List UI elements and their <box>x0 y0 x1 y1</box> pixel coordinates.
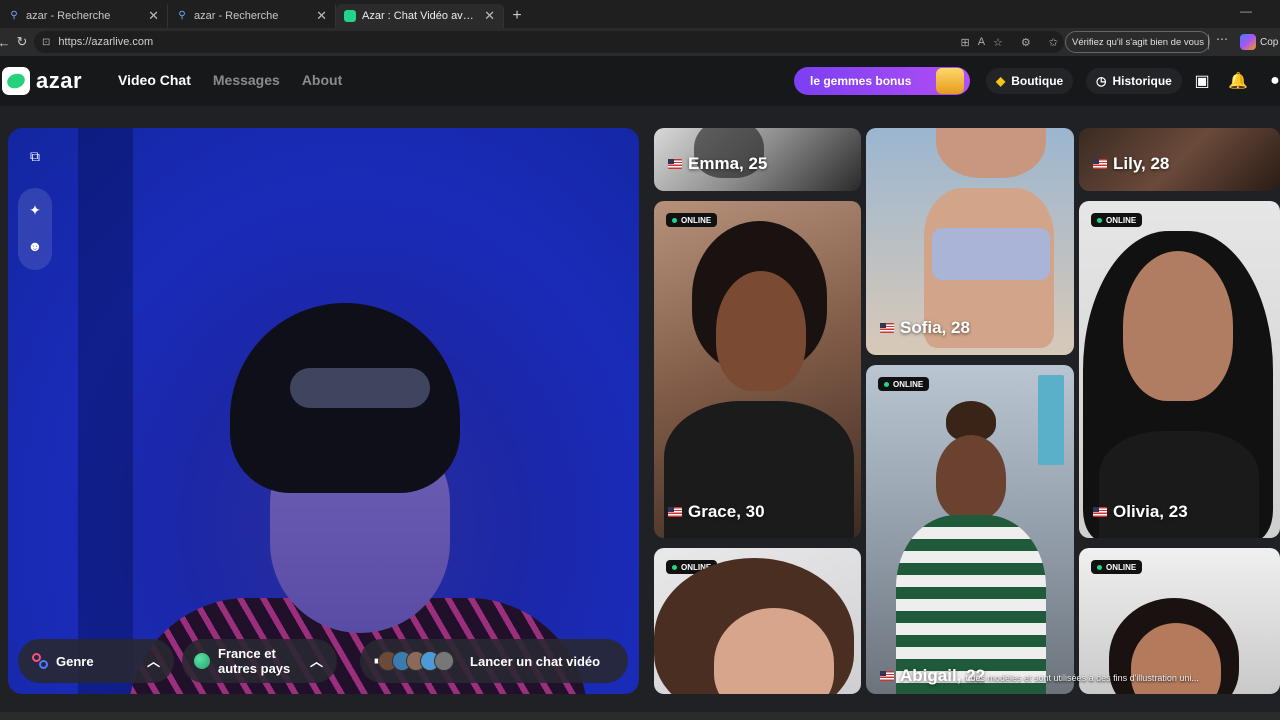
nav-about[interactable]: About <box>302 72 342 88</box>
user-icon[interactable]: ● <box>1264 70 1280 92</box>
us-flag-icon <box>1093 159 1107 169</box>
close-icon[interactable]: ✕ <box>316 8 327 24</box>
chevron-up-icon: ︿ <box>309 654 323 669</box>
globe-icon <box>194 653 210 669</box>
illustration-disclaimer: ...t des modèles et sont utilisées à des… <box>958 673 1199 683</box>
online-badge: ONLINE <box>666 213 718 227</box>
us-flag-icon <box>1093 507 1107 517</box>
profile-name: Grace, 30 <box>668 502 765 522</box>
boutique-label: Boutique <box>1011 74 1064 88</box>
profile-card[interactable]: ONLINE Abigail, 22 <box>866 365 1074 694</box>
new-tab-button[interactable]: + <box>504 4 530 28</box>
country-label-line2: autres pays <box>218 661 291 676</box>
browser-tab-strip: ⚲ azar - Recherche ✕ ⚲ azar - Recherche … <box>0 0 1280 28</box>
gender-icon <box>32 653 48 669</box>
inbox-icon[interactable]: ▣ <box>1191 70 1213 92</box>
avatar-stack: ■ <box>374 651 455 671</box>
minimize-icon[interactable]: — <box>1240 4 1252 18</box>
read-aloud-icon[interactable]: A <box>978 36 985 48</box>
online-badge: ONLINE <box>878 377 930 391</box>
bell-icon[interactable]: 🔔 <box>1227 70 1249 92</box>
copilot-icon <box>1240 34 1256 50</box>
search-icon: ⚲ <box>178 10 186 21</box>
url-text: https://azarlive.com <box>58 36 154 48</box>
magic-wand-icon[interactable]: ✦ <box>21 196 49 224</box>
profile-card[interactable]: ONLINE <box>654 548 861 694</box>
historique-label: Historique <box>1112 74 1172 88</box>
tab-title: azar - Recherche <box>26 10 111 22</box>
us-flag-icon <box>880 323 894 333</box>
browser-toolbar: ← ↻ ⊡ https://azarlive.com ⊞ A ☆ ⚙ ✩ Vér… <box>0 28 1280 56</box>
genre-selector[interactable]: Genre ︿ <box>18 639 174 683</box>
extensions-icon[interactable]: ⚙ <box>1021 36 1031 49</box>
profile-card[interactable]: Sofia, 28 <box>866 128 1074 355</box>
boutique-button[interactable]: ◆ Boutique <box>986 68 1074 94</box>
chevron-up-icon: ︿ <box>146 654 160 669</box>
profile-card[interactable]: ONLINE Grace, 30 <box>654 201 861 538</box>
logo-icon <box>2 67 30 95</box>
profile-card[interactable]: Emma, 25 <box>654 128 861 191</box>
fullscreen-toggle-icon[interactable]: ⧉ <box>21 142 49 170</box>
favorites-icon[interactable]: ✩ <box>1049 36 1058 49</box>
hat-logo <box>290 368 430 408</box>
favorite-star-icon[interactable]: ☆ <box>993 36 1003 49</box>
azar-logo[interactable]: azar <box>2 67 82 95</box>
profile-card[interactable]: Lily, 28 <box>1079 128 1280 191</box>
avatar <box>1207 34 1209 50</box>
clock-icon: ◷ <box>1096 74 1107 88</box>
avatar <box>434 651 455 671</box>
historique-button[interactable]: ◷ Historique <box>1086 68 1182 94</box>
face-mask-icon[interactable]: ☻ <box>21 232 49 260</box>
country-label-line1: France et <box>218 646 276 661</box>
close-icon[interactable]: ✕ <box>148 8 159 24</box>
genre-label: Genre <box>56 653 94 669</box>
more-menu-icon[interactable]: ⋯ <box>1216 32 1228 46</box>
copilot-button[interactable]: Cop <box>1240 34 1278 50</box>
launch-label: Lancer un chat vidéo <box>470 653 601 669</box>
tab-title: azar - Recherche <box>194 10 279 22</box>
profile-name: Lily, 28 <box>1093 154 1169 174</box>
refresh-icon[interactable]: ↻ <box>10 30 34 54</box>
nav-messages[interactable]: Messages <box>213 72 280 88</box>
self-video-preview <box>8 128 639 694</box>
gem-icon: ◆ <box>996 74 1006 88</box>
gems-bonus-label: le gemmes bonus <box>810 74 912 88</box>
launch-video-chat-button[interactable]: ■ Lancer un chat vidéo <box>360 639 628 683</box>
profile-card[interactable]: ONLINE Olivia, 23 <box>1079 201 1280 538</box>
profile-name: Emma, 25 <box>668 154 767 174</box>
profile-verify-button[interactable]: Vérifiez qu'il s'agit bien de vous <box>1065 31 1210 53</box>
online-badge: ONLINE <box>1091 560 1143 574</box>
gems-bonus-button[interactable]: le gemmes bonus <box>794 67 970 95</box>
country-selector[interactable]: France et autres pays ︿ <box>182 639 337 683</box>
address-bar[interactable]: ⊡ https://azarlive.com ⊞ A ☆ ⚙ ✩ <box>34 31 1064 53</box>
main-nav: Video Chat Messages About <box>118 72 342 88</box>
browser-tab-active[interactable]: Azar : Chat Vidéo avec de nou ✕ <box>336 4 504 28</box>
us-flag-icon <box>668 159 682 169</box>
us-flag-icon <box>880 671 894 681</box>
online-badge: ONLINE <box>1091 213 1143 227</box>
site-header: azar Video Chat Messages About le gemmes… <box>0 56 1280 106</box>
azar-favicon-icon <box>344 10 356 22</box>
tab-title: Azar : Chat Vidéo avec de nou <box>362 10 478 22</box>
browser-tab[interactable]: ⚲ azar - Recherche ✕ <box>0 4 168 28</box>
app-icon[interactable]: ⊞ <box>960 36 969 49</box>
verify-label: Vérifiez qu'il s'agit bien de vous <box>1072 36 1204 48</box>
nav-video-chat[interactable]: Video Chat <box>118 72 191 88</box>
lock-icon: ⊡ <box>42 36 51 48</box>
close-icon[interactable]: ✕ <box>484 8 495 24</box>
search-icon: ⚲ <box>10 10 18 21</box>
treasure-chest-icon <box>936 68 964 94</box>
bottom-strip <box>0 712 1280 720</box>
logo-text: azar <box>36 68 83 93</box>
us-flag-icon <box>668 507 682 517</box>
effects-toolbar: ✦ ☻ <box>18 188 52 270</box>
profile-name: Olivia, 23 <box>1093 502 1188 522</box>
profile-name: Sofia, 28 <box>880 318 970 338</box>
copilot-label: Cop <box>1260 36 1279 48</box>
browser-tab[interactable]: ⚲ azar - Recherche ✕ <box>168 4 336 28</box>
